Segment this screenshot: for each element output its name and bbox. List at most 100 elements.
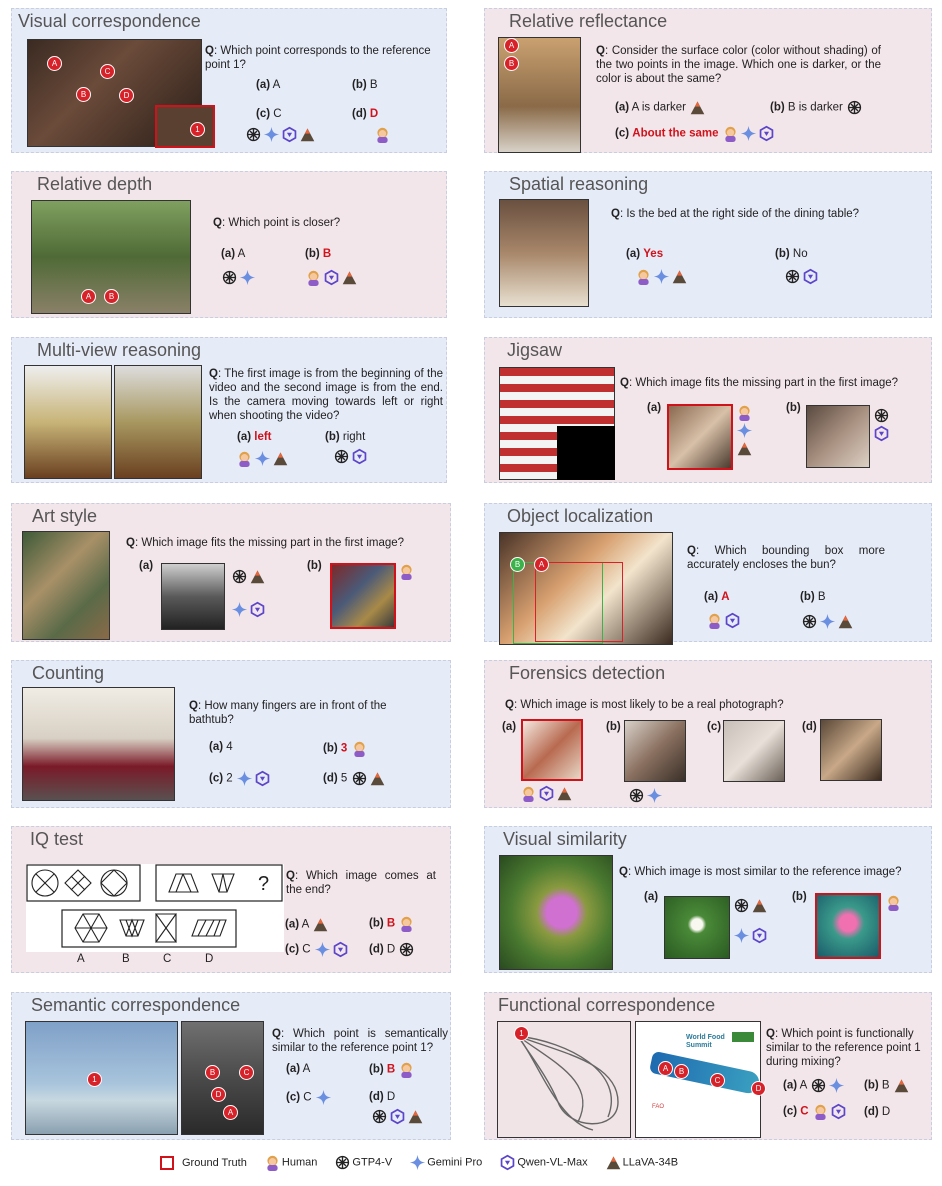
option-b: (b) No [775, 248, 808, 260]
gpt-icon [873, 407, 890, 424]
option-a-model-icons [236, 450, 290, 468]
panel-iq-test: IQ test ? A B C D Q: Which image comes a… [11, 826, 451, 973]
qwen-icon [249, 601, 266, 618]
point-a: A [504, 38, 519, 53]
bbox-a [535, 562, 623, 642]
human-icon [305, 269, 322, 286]
option-c: (c) C [256, 108, 282, 120]
gpt-icon [846, 99, 863, 116]
option-b-model-icons [801, 613, 855, 631]
option-b-model-icons [398, 563, 416, 581]
question-mark: ? [258, 873, 269, 895]
option-a-model-icons-2 [733, 927, 769, 945]
point-d: D [119, 88, 134, 103]
question: Q: The first image is from the beginning… [209, 368, 443, 422]
option-a: (a) [647, 402, 662, 414]
panel-functional-correspondence: Functional correspondence World Food Sum… [484, 992, 932, 1140]
qwen-icon [254, 770, 271, 787]
gpt-icon [371, 1108, 388, 1125]
option-b: (b) right [325, 431, 366, 443]
point-1: 1 [190, 122, 205, 137]
human-icon [374, 126, 391, 143]
panel-title: Spatial reasoning [509, 174, 649, 194]
question: Q: Which point is functionally similar t… [766, 1028, 921, 1068]
gpt-icon [398, 941, 415, 958]
option-b: (b) B [800, 591, 826, 603]
gpt-icon [810, 1077, 827, 1094]
question: Q: Which point is closer? [213, 217, 341, 229]
poster-title: World Food Summit [686, 1034, 725, 1049]
option-b-model-icons [784, 268, 820, 286]
panel-title: Counting [32, 663, 105, 683]
option-b: (b) [786, 402, 801, 414]
option-b: (b) [307, 560, 322, 572]
option-c-image [723, 720, 785, 782]
qwen-icon [751, 927, 768, 944]
gemini-icon [314, 941, 331, 958]
iq-label-b: B [122, 953, 130, 965]
human-icon [736, 404, 753, 421]
option-b: (b) B [864, 1077, 911, 1094]
gemini-icon [263, 126, 280, 143]
human-icon [398, 915, 415, 932]
option-b-model-icons [885, 894, 903, 912]
option-a: (a) A is darker [615, 99, 707, 116]
gpt-icon [231, 568, 248, 585]
gpt-icon [333, 448, 350, 465]
question: Q: Consider the surface color (color wit… [596, 45, 881, 85]
point-a: A [658, 1061, 673, 1076]
panel-title: Visual similarity [503, 829, 627, 849]
point-d: D [751, 1081, 766, 1096]
llava-icon [893, 1077, 910, 1094]
llava-icon [299, 126, 316, 143]
qwen-icon [281, 126, 298, 143]
qwen-icon [830, 1103, 847, 1120]
gpt-icon [628, 787, 645, 804]
gpt-icon [733, 897, 750, 914]
qwen-icon [389, 1108, 406, 1125]
point-b: B [205, 1065, 220, 1080]
point-b: B [510, 557, 525, 572]
point-c: C [100, 64, 115, 79]
dining-image [499, 199, 589, 307]
gemini-icon [740, 125, 757, 142]
llava-icon [689, 99, 706, 116]
option-a-model-icons [736, 404, 756, 458]
human-icon [520, 785, 537, 802]
question: Q: How many fingers are in front of the … [189, 700, 387, 726]
panel-relative-depth: Relative depth A B Q: Which point is clo… [11, 171, 447, 318]
option-a-image [667, 404, 733, 470]
point-a: A [534, 557, 549, 572]
question: Q: Which image is most likely to be a re… [505, 699, 784, 711]
legend-llava: LLaVA-34B [605, 1154, 678, 1171]
gemini-icon [646, 787, 663, 804]
bathroom-image [498, 37, 581, 153]
question: Q: Which bounding box more accurately en… [687, 545, 885, 571]
bathtub-image [22, 687, 175, 801]
legend-gemini: Gemini Pro [409, 1154, 482, 1171]
option-b-model-icons [305, 269, 359, 287]
option-c: (c) C [285, 941, 350, 958]
panel-title: Functional correspondence [498, 995, 716, 1015]
question: Q: Which point corresponds to the refere… [205, 45, 431, 71]
human-icon [635, 268, 652, 285]
panel-spatial-reasoning: Spatial reasoning Q: Is the bed at the r… [484, 171, 932, 318]
legend: Ground Truth Human GTP4-V Gemini Pro Qwe… [160, 1154, 692, 1176]
poster-image: World Food Summit FAO [635, 1021, 762, 1138]
option-b-image [330, 563, 396, 629]
llava-icon [736, 440, 753, 457]
option-b: (b) B is darker [770, 99, 864, 116]
iq-figure-svg: ? [26, 864, 283, 948]
panel-object-localization: Object localization B A Q: Which boundin… [484, 503, 932, 645]
poster-sub: FAO [652, 1104, 665, 1110]
option-a-image [161, 563, 225, 630]
qwen-icon [758, 125, 775, 142]
panel-jigsaw: Jigsaw Q: Which image fits the missing p… [484, 337, 932, 483]
panel-title: Visual correspondence [18, 11, 201, 31]
point-a: A [81, 289, 96, 304]
point-c: C [710, 1073, 725, 1088]
option-d: (d) [802, 721, 817, 733]
point-b: B [104, 289, 119, 304]
lotus-reference-image [499, 855, 613, 970]
gpt-icon [245, 126, 262, 143]
